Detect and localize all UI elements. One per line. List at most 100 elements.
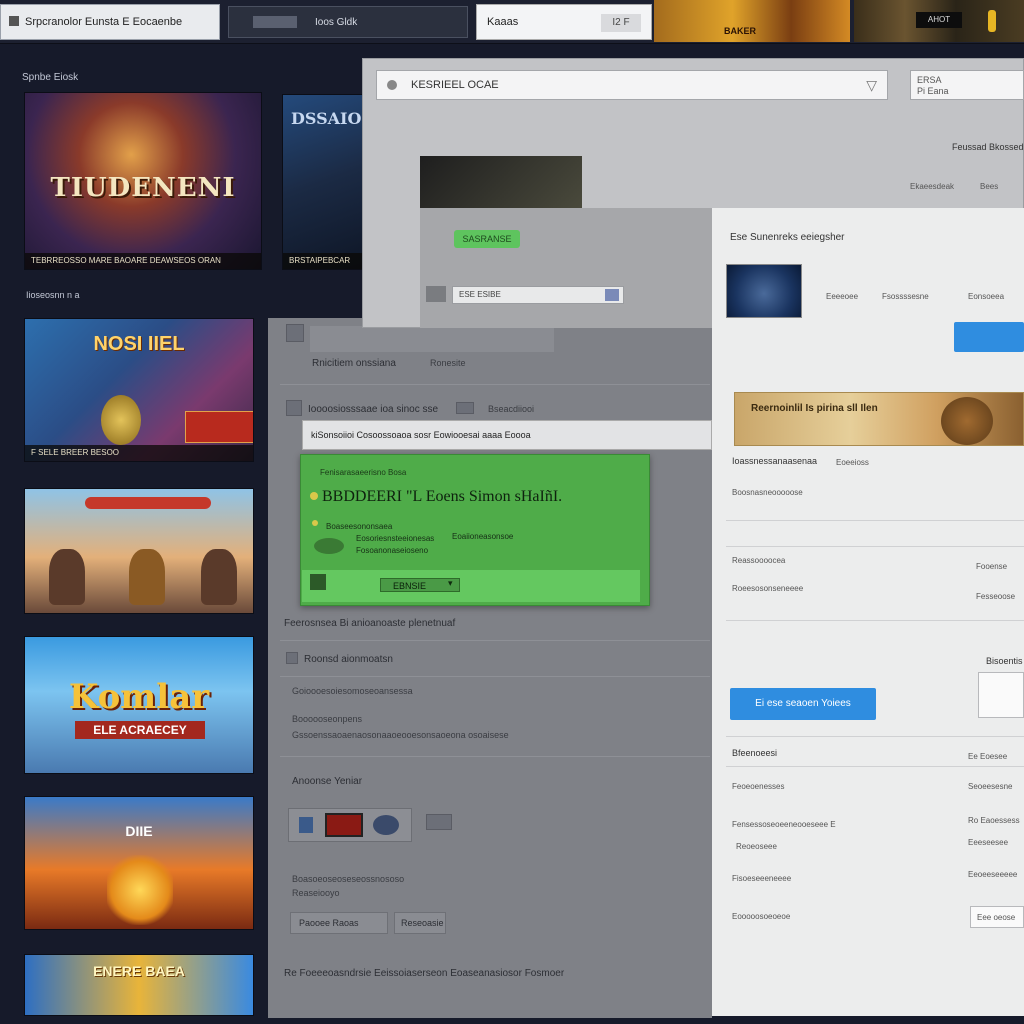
game-card-7[interactable]: ENERE BAEA xyxy=(24,954,254,1016)
list-item-1-side: Seoeesesne xyxy=(968,782,1013,791)
coin-icon xyxy=(314,538,344,554)
tab-2-label: Ioos Gldk xyxy=(315,17,358,28)
settings-icon[interactable] xyxy=(310,574,326,590)
list-item-2[interactable]: Fensessoseoeeneooeseee E xyxy=(732,820,836,829)
map-thumbnail[interactable] xyxy=(726,264,802,318)
list-header-side: Ee Eoesee xyxy=(968,752,1008,761)
right-label-1: Ioassnessanaasenaa xyxy=(732,456,818,466)
avatar xyxy=(373,815,399,835)
grid-icon[interactable] xyxy=(286,324,304,342)
tab-3-label: Kaaas xyxy=(487,16,519,28)
character-figure-icon xyxy=(49,549,85,605)
middle-row-1-extra: Ronesite xyxy=(430,358,466,368)
browser-tab-3[interactable]: Kaaas I2 F xyxy=(476,4,652,40)
middle-row-4: Roonsd aionmoatsn xyxy=(304,654,393,665)
submit-button[interactable]: Ei ese seaoen Yoiees xyxy=(730,688,876,720)
promo-banner-text: Reernoinlil Is pirina sll Ilen xyxy=(751,403,878,414)
checkbox-icon[interactable] xyxy=(286,652,298,664)
right-input-box[interactable] xyxy=(978,672,1024,718)
list-item-4[interactable]: Eooooosoeoeoe xyxy=(732,912,790,921)
game-card-5-title: Komlar xyxy=(68,677,210,717)
banner-2-chip: AHOT xyxy=(916,12,962,28)
dialog-top-right-3[interactable]: Bees xyxy=(980,182,998,191)
game-card-3[interactable]: NOSI IIEL F SELE BREER BESOO xyxy=(24,318,254,462)
side-box-line-1: ERSA xyxy=(917,75,942,85)
promo-banner[interactable]: Reernoinlil Is pirina sll Ilen xyxy=(734,392,1024,446)
middle-row-3[interactable]: Feerosnsea Bi anioanoaste plenetnuaf xyxy=(284,618,455,629)
game-card-1[interactable]: TIUDENENI TEBRREOSSO MARE BAOARE DEAWSEO… xyxy=(24,92,262,270)
tab-3-badge: I2 F xyxy=(601,14,641,32)
right-label-1-side: Eoeeioss xyxy=(836,458,869,467)
modal-line-4: Fosoanonaseioseno xyxy=(356,546,429,555)
store-section-title: Spnbe Eiosk xyxy=(22,72,79,83)
game-card-4[interactable] xyxy=(24,488,254,614)
game-card-3-caption: F SELE BREER BESOO xyxy=(25,445,253,461)
list-item-3[interactable]: Fisoeseeeneeee xyxy=(732,874,791,883)
list-item-2b-side: Eeeseesee xyxy=(968,838,1009,847)
shield-icon xyxy=(101,395,141,445)
toggle-icon[interactable] xyxy=(426,286,446,302)
right-label-4: Roeesosonseneeee xyxy=(732,584,804,593)
flag-icon xyxy=(456,402,474,414)
dialog-search-input[interactable]: ESE ESIBE xyxy=(452,286,624,304)
divider xyxy=(726,620,1024,621)
middle-row-1[interactable]: Rnicitiem onssiana xyxy=(312,358,396,369)
address-bar[interactable]: KESRIEEL OCAE ▽ xyxy=(376,70,888,100)
character-figure-icon xyxy=(201,549,237,605)
map-row-1: Eeeeoee xyxy=(826,292,859,301)
game-card-5-subtitle: ELE ACRAECEY xyxy=(75,721,205,739)
modal-title: BBDDEERI "L Eoens Simon sHaIñI. xyxy=(322,488,563,505)
green-status-badge[interactable]: SASRANSE xyxy=(454,230,520,248)
action-button-1[interactable]: Paooee Raoas xyxy=(290,912,388,934)
middle-row-9b: Reaseiooyo xyxy=(292,888,340,898)
scroll-handle[interactable] xyxy=(988,10,996,32)
game-card-5[interactable]: Komlar ELE ACRAECEY xyxy=(24,636,254,774)
top-game-banner-1[interactable]: BAKER xyxy=(654,0,850,42)
game-card-2[interactable]: DSSAIO BRSTAIPEBCAR xyxy=(282,94,364,270)
browser-tab-1[interactable]: Srpcranolor Eunsta E Eocaenbe xyxy=(0,4,220,40)
video-preview[interactable] xyxy=(420,156,582,210)
dialog-search-text: ESE ESIBE xyxy=(459,290,501,299)
middle-header-bar xyxy=(310,326,554,352)
right-label-4-side: Fesseoose xyxy=(976,592,1016,601)
game-card-6-title: DIIE xyxy=(125,823,153,839)
map-row-3: Eonsoeea xyxy=(968,292,1005,301)
action-button-2[interactable]: Reseoasie xyxy=(394,912,446,934)
list-item-4-select[interactable]: Eee oeose xyxy=(970,906,1024,928)
right-header: Ese Sunenreks eeiegsher xyxy=(730,232,845,243)
middle-row-2[interactable]: Ioooosiosssaae ioa sinoc sse xyxy=(308,404,438,415)
divider xyxy=(280,756,710,757)
media-strip[interactable] xyxy=(288,808,412,842)
search-icon[interactable] xyxy=(605,289,619,301)
middle-row-8: Anoonse Yeniar xyxy=(292,776,363,787)
game-card-3-title: NOSI IIEL xyxy=(93,333,185,355)
info-bar[interactable]: kiSonsoiioi Cosoossoaoa sosr Eowiooesai … xyxy=(302,420,712,450)
chevron-down-icon[interactable]: ▽ xyxy=(866,77,877,94)
right-label-2: Boosnasneooooose xyxy=(732,488,803,497)
side-panel-box[interactable]: ERSA Pi Eana xyxy=(910,70,1024,100)
game-card-2-title: DSSAIO xyxy=(291,109,362,128)
middle-row-5: Goioooesoiesomoseoansessa xyxy=(292,686,413,696)
game-card-3-badge xyxy=(185,411,253,443)
middle-row-11: Re Foeeeoasndrsie Eeissoiaserseon Eoasea… xyxy=(284,968,565,979)
middle-row-2-extra: Bseacdiiooi xyxy=(488,404,535,414)
divider xyxy=(726,546,1024,547)
chevron-down-icon[interactable]: ▾ xyxy=(448,578,453,589)
list-item-1[interactable]: Feoeoenesses xyxy=(732,782,784,791)
browser-tab-2[interactable]: Ioos Gldk xyxy=(228,6,468,38)
dialog-top-right-2[interactable]: Ekaeesdeak xyxy=(910,182,954,191)
map-row-2: Fsossssesne xyxy=(882,292,929,301)
game-card-4-banner xyxy=(85,497,211,509)
primary-action-button[interactable] xyxy=(954,322,1024,352)
divider xyxy=(726,736,1024,737)
more-icon[interactable] xyxy=(426,814,452,830)
game-card-2-caption: BRSTAIPEBCAR xyxy=(283,253,363,269)
dialog-subpanel xyxy=(420,208,712,328)
globe-icon xyxy=(387,80,397,90)
game-card-6[interactable]: DIIE xyxy=(24,796,254,930)
modal-line-1: Boaseesononsaea xyxy=(326,522,393,531)
right-label-3: Reassoooocea xyxy=(732,556,786,565)
top-game-banner-2[interactable]: AHOT xyxy=(854,0,1024,42)
list-item-2b: Reoeoseee xyxy=(736,842,777,851)
divider xyxy=(280,640,710,641)
